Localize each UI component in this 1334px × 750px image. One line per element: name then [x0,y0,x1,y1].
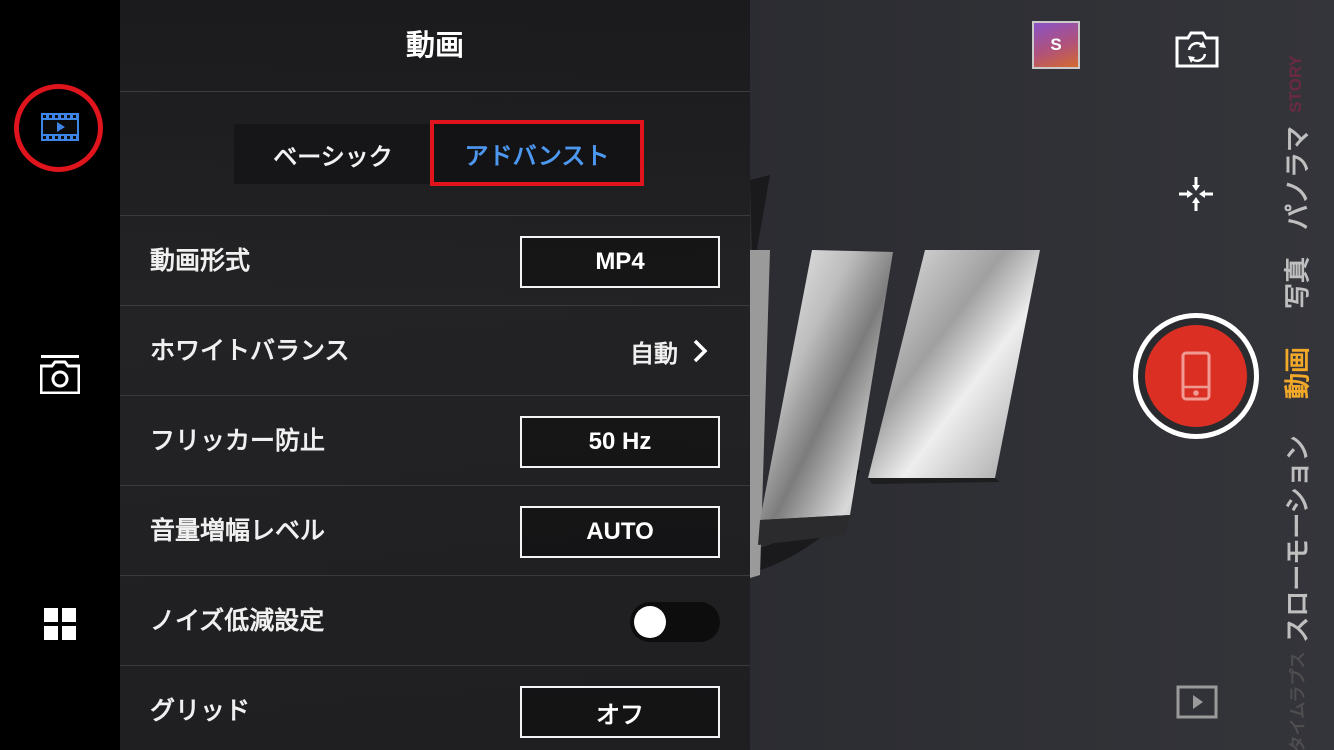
panel-title: 動画 [405,27,464,62]
gallery-thumbnail[interactable]: S [1032,21,1080,69]
mode-photo[interactable]: 写真 [1278,257,1315,309]
mode-panorama[interactable]: パノラマ [1278,126,1315,230]
more-modes-tab[interactable] [0,604,120,648]
flicker-select[interactable]: 50 Hz [520,416,720,468]
settings-tabs: ベーシック アドバンスト [234,120,644,186]
mode-video[interactable]: 動画 [1278,347,1315,399]
audio-gain-label: 音量増幅レベル [150,516,326,545]
video-format-label: 動画形式 [150,246,251,275]
tab-advanced[interactable]: アドバンスト [430,120,644,186]
record-button-inner [1145,325,1247,427]
grid-label: グリッド [150,696,251,725]
grid-select[interactable]: オフ [520,686,720,738]
noise-reduction-label: ノイズ低減設定 [150,606,325,635]
flicker-label: フリッカー防止 [150,426,326,455]
setting-row-audio-gain: 音量増幅レベル AUTO [120,485,750,575]
mode-timelapse[interactable]: タイムラプス [1284,652,1309,750]
photo-settings-tab[interactable] [0,352,120,400]
mode-story[interactable]: STORY [1286,55,1306,113]
switch-camera-button[interactable] [1174,28,1220,70]
white-balance-label: ホワイトバランス [150,336,350,365]
left-rail [0,0,120,750]
focus-icon [1179,177,1213,211]
switch-camera-icon [1175,31,1219,68]
video-settings-tab[interactable] [0,84,120,174]
video-format-select[interactable]: MP4 [520,236,720,288]
panel-header: 動画 [120,0,750,92]
audio-gain-select[interactable]: AUTO [520,506,720,558]
noise-reduction-toggle[interactable] [630,602,720,642]
camera-icon [39,354,81,398]
play-icon [1176,685,1218,719]
white-balance-value: 自動 [630,339,678,368]
setting-row-flicker: フリッカー防止 50 Hz [120,395,750,485]
setting-row-noise-reduction: ノイズ低減設定 [120,575,750,665]
phone-icon [1181,351,1211,401]
grid-icon [44,608,76,644]
setting-row-video-format: 動画形式 MP4 [120,215,750,305]
setting-row-white-balance[interactable]: ホワイトバランス 自動 [120,305,750,395]
video-settings-panel: 動画 ベーシック アドバンスト 動画形式 MP4 ホワイトバランス 自動 フリッ… [120,0,750,750]
chevron-right-icon [693,339,708,363]
tab-basic[interactable]: ベーシック [234,124,432,184]
setting-row-grid: グリッド オフ [120,665,750,750]
record-button[interactable] [1133,313,1259,439]
mode-slow-motion[interactable]: スローモーション [1278,435,1315,642]
focus-button[interactable] [1176,174,1216,214]
highlight-ring [14,84,103,172]
white-balance-link[interactable]: 自動 [630,306,708,396]
toggle-knob [634,606,666,638]
playback-button[interactable] [1176,685,1218,719]
